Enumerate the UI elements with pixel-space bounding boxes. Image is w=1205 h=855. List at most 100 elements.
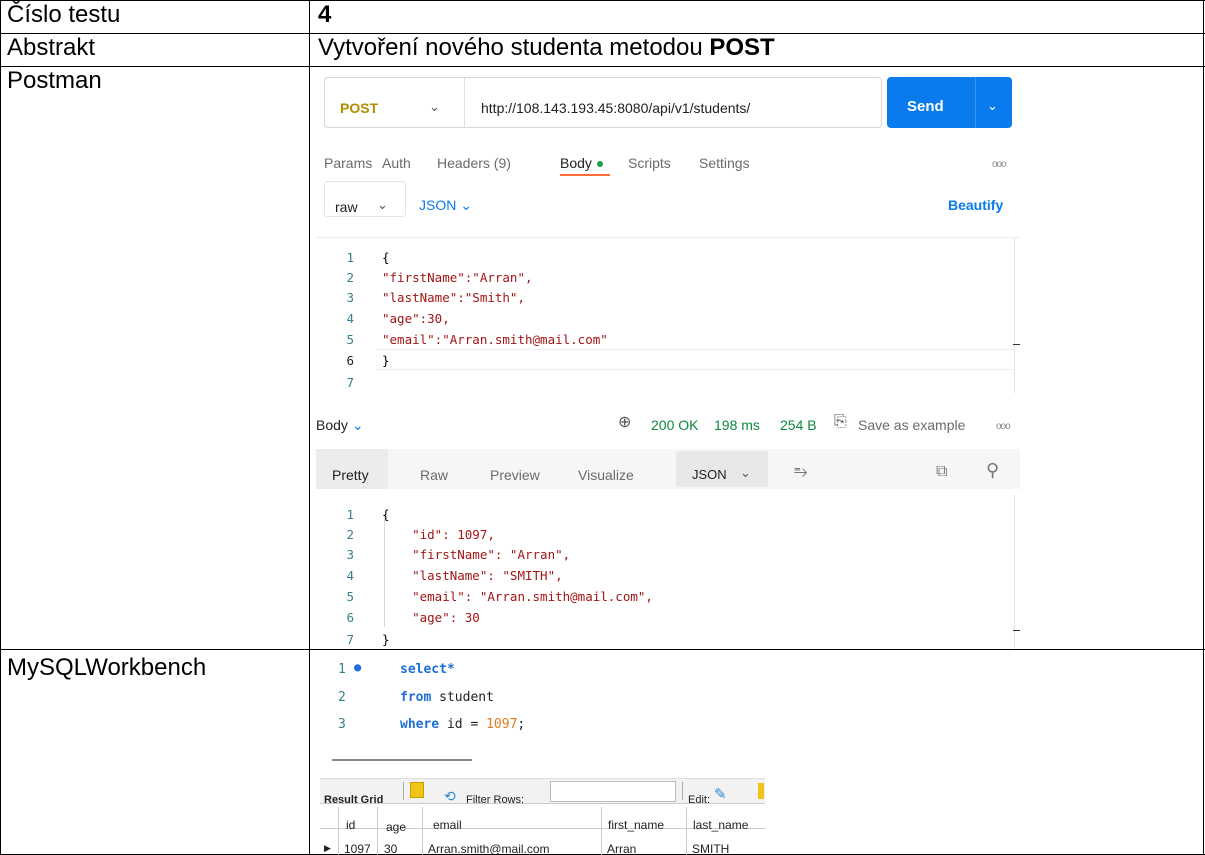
table-row[interactable]: ▶ 1097 30 Arran.smith@mail.com Arran SMI… — [320, 830, 765, 855]
view-preview[interactable]: Preview — [490, 461, 540, 489]
toolbar-divider — [403, 782, 404, 800]
abstract-text: Vytvoření nového studenta metodou — [318, 34, 710, 61]
send-divider — [975, 77, 976, 128]
row-abstract: Abstrakt Vytvoření nového studenta metod… — [0, 33, 1205, 67]
response-chevron-icon: ⌄ — [351, 417, 364, 433]
response-body-label: Body — [316, 417, 348, 433]
request-editor[interactable]: 1 2 3 4 5 6 7 { "firstName":"Arran", "la… — [316, 237, 1020, 393]
method-select[interactable]: POST ⌄ — [325, 78, 465, 127]
sql-line-number: 1 — [338, 662, 346, 677]
edit-grid-icon[interactable] — [758, 783, 764, 799]
response-code-line: } — [382, 632, 390, 647]
sql-line-2: from student — [400, 684, 494, 712]
tab-scripts[interactable]: Scripts — [628, 149, 671, 177]
search-icon[interactable]: ⚲ — [986, 456, 999, 484]
save-as-example-button[interactable]: Save as example — [858, 411, 965, 439]
sql-line-number: 3 — [338, 717, 346, 732]
response-code-line: "age": 30 — [382, 610, 480, 625]
edit-pencil-icon[interactable]: ✎ — [714, 781, 727, 809]
raw-select[interactable]: raw ⌄ — [324, 181, 406, 217]
request-code-line: } — [382, 353, 390, 368]
method-label: POST — [340, 100, 379, 116]
row-postman: Postman POST ⌄ http://108.143.193.45:808… — [0, 66, 1205, 650]
value-workbench: 1 ● 2 3 select* from student where id = … — [310, 650, 1204, 855]
chevron-down-icon: ⌄ — [429, 99, 440, 114]
current-line-dot-icon: ● — [354, 660, 362, 674]
editor-scroll-divider — [1014, 238, 1015, 393]
sql-number: 1097 — [486, 717, 518, 732]
refresh-icon[interactable]: ⟲ — [444, 782, 456, 810]
grid-cell[interactable]: 1097 — [344, 835, 371, 855]
send-button[interactable]: Send ⌄ — [887, 77, 1012, 128]
editor-line-rule-2 — [376, 369, 1014, 370]
grid-cell[interactable]: SMITH — [692, 835, 729, 855]
panel-splitter[interactable] — [332, 759, 472, 761]
send-label: Send — [907, 98, 944, 115]
view-pretty[interactable]: Pretty — [316, 449, 388, 489]
json-label: JSON — [419, 197, 457, 213]
raw-label: raw — [335, 199, 358, 215]
value-abstract: Vytvoření nového studenta metodou POST — [310, 34, 1204, 67]
sql-where-keyword: where — [400, 717, 440, 732]
grid-cell[interactable]: 30 — [384, 835, 397, 855]
view-pretty-label: Pretty — [332, 467, 369, 483]
response-format-select[interactable]: JSON ⌄ — [676, 451, 768, 487]
toolbar-divider-2 — [682, 782, 683, 800]
copy-icon[interactable]: ⧉ — [936, 458, 947, 486]
label-postman: Postman — [0, 67, 310, 650]
view-raw[interactable]: Raw — [420, 461, 448, 489]
sql-semicolon: ; — [517, 717, 526, 732]
response-size: 254 B — [780, 417, 817, 433]
globe-icon: ⊕ — [618, 414, 632, 431]
filter-rows-input[interactable] — [550, 781, 676, 802]
response-format-label: JSON — [692, 467, 727, 482]
response-header: Body ⌄ ⊕ 200 OK 198 ms 254 B ⎘ Save as e… — [316, 405, 1020, 435]
tab-body-underline — [560, 174, 610, 176]
line-number: 7 — [346, 632, 354, 647]
tab-body-label: Body — [560, 155, 592, 171]
json-chevron-icon: ⌄ — [460, 197, 472, 213]
beautify-button[interactable]: Beautify — [948, 191, 1003, 219]
label-abstract: Abstrakt — [0, 34, 310, 67]
wrap-icon[interactable]: ⥱ — [794, 458, 808, 486]
line-number: 7 — [346, 375, 354, 390]
sql-editor[interactable]: 1 ● 2 3 select* from student where id = … — [316, 650, 766, 742]
more-icon[interactable]: ooo — [992, 151, 1007, 179]
response-toolbar: Pretty Raw Preview Visualize JSON ⌄ ⥱ ⧉ … — [316, 449, 1020, 489]
json-select[interactable]: JSON ⌄ — [419, 191, 472, 219]
row-workbench: MySQLWorkbench 1 ● 2 3 select* from stud… — [0, 649, 1205, 855]
sql-table-name: student — [431, 690, 494, 705]
value-test-number: 4 — [310, 1, 1204, 34]
body-mode-bar: raw ⌄ JSON ⌄ Beautify — [324, 181, 1014, 221]
url-input[interactable]: http://108.143.193.45:8080/api/v1/studen… — [481, 94, 750, 122]
format-chevron-icon: ⌄ — [740, 465, 751, 480]
label-workbench: MySQLWorkbench — [0, 650, 310, 855]
tab-params[interactable]: Params — [324, 149, 372, 177]
sql-line-3: where id = 1097; — [400, 711, 525, 739]
response-body-select[interactable]: Body ⌄ — [316, 411, 364, 439]
row-pointer-icon: ▶ — [324, 843, 331, 853]
value-postman: POST ⌄ http://108.143.193.45:8080/api/v1… — [310, 67, 1204, 650]
sql-from-keyword: from — [400, 690, 432, 705]
request-bar: POST ⌄ http://108.143.193.45:8080/api/v1… — [324, 77, 882, 128]
tab-settings[interactable]: Settings — [699, 149, 750, 177]
raw-chevron-icon: ⌄ — [377, 197, 388, 212]
tab-body[interactable]: Body ● — [560, 149, 604, 177]
request-code-line: "email":"Arran.smith@mail.com" — [382, 332, 608, 347]
grid-icon[interactable] — [410, 782, 424, 798]
tab-auth[interactable]: Auth — [382, 149, 411, 177]
send-chevron-icon[interactable]: ⌄ — [987, 92, 998, 120]
grid-cell[interactable]: Arran.smith@mail.com — [428, 835, 550, 855]
sql-line-number: 2 — [338, 690, 346, 705]
response-more-icon[interactable]: ooo — [996, 413, 1011, 441]
save-icon: ⎘ — [834, 413, 847, 430]
grid-cell[interactable]: Arran — [607, 835, 636, 855]
tab-headers[interactable]: Headers (9) — [437, 149, 511, 177]
row-test-number: Číslo testu 4 — [0, 0, 1205, 34]
result-grid: id age email first_name last_name ▶ 1097… — [320, 807, 765, 855]
test-table: Číslo testu 4 Abstrakt Vytvoření nového … — [0, 0, 1205, 855]
response-editor: 1 2 3 4 5 6 7 { "id": 1097, "firstName":… — [316, 495, 1020, 650]
response-time: 198 ms — [714, 417, 760, 433]
view-visualize[interactable]: Visualize — [578, 461, 634, 489]
body-dot-icon: ● — [595, 155, 605, 171]
